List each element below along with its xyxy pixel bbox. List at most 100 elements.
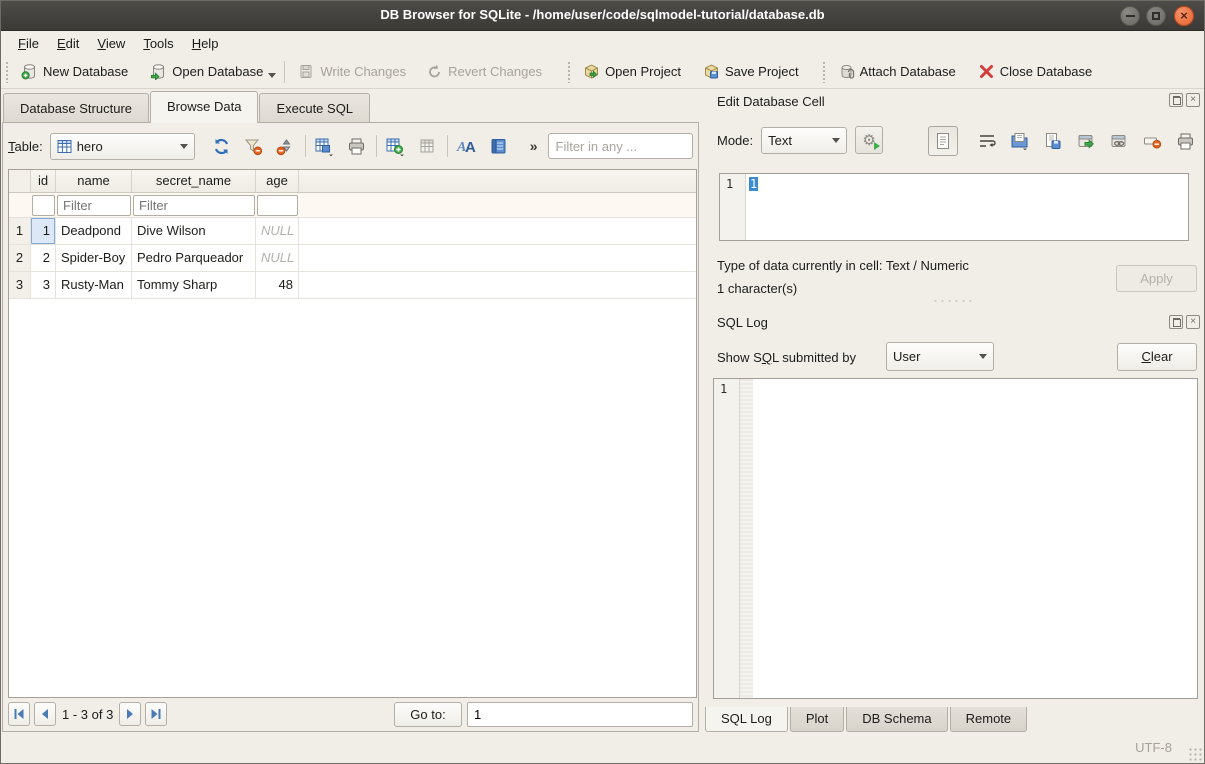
close-database-button[interactable]: Close Database: [971, 59, 1100, 84]
cell-name[interactable]: Spider-Boy: [56, 245, 132, 271]
first-record-button[interactable]: [8, 702, 30, 726]
delete-record-button[interactable]: [415, 133, 441, 159]
print-table-button[interactable]: [344, 133, 370, 159]
cell-secret-name[interactable]: Pedro Parqueador: [132, 245, 256, 271]
goto-record-input[interactable]: [467, 702, 693, 727]
filter-any-column-input[interactable]: [548, 133, 694, 159]
tab-browse-data[interactable]: Browse Data: [150, 91, 258, 123]
column-header-age[interactable]: age: [256, 170, 299, 192]
main-toolbar: New Database Open Database Write Changes…: [1, 55, 1204, 89]
float-dock-icon[interactable]: [1169, 93, 1183, 107]
export-cell-data-button[interactable]: [1040, 128, 1066, 154]
menu-file[interactable]: File: [9, 33, 48, 54]
tab-execute-sql[interactable]: Execute SQL: [259, 93, 370, 123]
save-project-button[interactable]: Save Project: [696, 59, 806, 84]
toolbar-drag-handle[interactable]: [5, 61, 10, 83]
toolbar-drag-handle[interactable]: [567, 61, 572, 83]
toolbar-overflow-chevron[interactable]: »: [526, 138, 542, 154]
dock-tab-db-schema[interactable]: DB Schema: [846, 707, 947, 732]
cell-editor-content[interactable]: 1: [749, 177, 758, 191]
close-dock-icon[interactable]: ×: [1186, 93, 1200, 107]
apply-data-button[interactable]: [1073, 128, 1099, 154]
cell-age[interactable]: NULL: [256, 245, 299, 271]
menu-edit[interactable]: Edit: [48, 33, 88, 54]
column-header-secret-name[interactable]: secret_name: [132, 170, 256, 192]
open-database-button[interactable]: Open Database: [143, 59, 270, 84]
row-number[interactable]: 3: [9, 272, 31, 298]
toolbar-drag-handle[interactable]: [822, 61, 827, 83]
link-data-button[interactable]: [1106, 128, 1132, 154]
mode-select[interactable]: Text: [761, 127, 847, 154]
cell-secret-name[interactable]: Dive Wilson: [132, 218, 256, 244]
next-record-icon: [124, 708, 136, 720]
goto-button[interactable]: Go to:: [394, 702, 462, 727]
word-wrap-button[interactable]: [974, 128, 1000, 154]
sql-log-editor[interactable]: 1: [713, 378, 1198, 699]
clear-log-button[interactable]: Clear: [1117, 343, 1197, 371]
open-database-dropdown-caret[interactable]: [268, 73, 276, 78]
new-database-button[interactable]: New Database: [14, 59, 135, 84]
set-null-button[interactable]: [1139, 128, 1165, 154]
save-project-icon: [703, 63, 720, 80]
cell-id[interactable]: 1: [31, 218, 56, 244]
row-number[interactable]: 1: [9, 218, 31, 244]
cell-name[interactable]: Deadpond: [56, 218, 132, 244]
resize-grip[interactable]: [1188, 747, 1202, 761]
dock-tab-sql-log[interactable]: SQL Log: [705, 707, 788, 732]
filter-input-id[interactable]: [32, 195, 55, 216]
attach-database-button[interactable]: Attach Database: [831, 59, 963, 84]
revert-changes-button[interactable]: Revert Changes: [419, 59, 549, 84]
next-record-button[interactable]: [119, 702, 141, 726]
open-project-button[interactable]: Open Project: [576, 59, 688, 84]
sql-log-filter-select[interactable]: User: [886, 342, 994, 371]
import-cell-data-button[interactable]: [1007, 128, 1033, 154]
font-settings-button[interactable]: AA: [454, 133, 480, 159]
filter-input-age[interactable]: [257, 195, 298, 216]
row-number[interactable]: 2: [9, 245, 31, 271]
gear-arrow-icon: [874, 142, 880, 150]
tab-database-structure[interactable]: Database Structure: [3, 93, 149, 123]
dock-tab-plot[interactable]: Plot: [790, 707, 844, 732]
column-header-name[interactable]: name: [56, 170, 132, 192]
menu-view[interactable]: View: [88, 33, 134, 54]
column-header-id[interactable]: id: [31, 170, 56, 192]
maximize-button[interactable]: [1146, 6, 1166, 26]
float-dock-icon[interactable]: [1169, 315, 1183, 329]
write-changes-button[interactable]: Write Changes: [291, 59, 413, 84]
show-sql-label: Show SQL submitted by: [717, 350, 856, 365]
insert-record-button[interactable]: [383, 133, 409, 159]
main-tab-bar: Database Structure Browse Data Execute S…: [3, 91, 371, 123]
cell-id[interactable]: 3: [31, 272, 56, 298]
table-row: 3 3 Rusty-Man Tommy Sharp 48: [9, 272, 696, 299]
cell-name[interactable]: Rusty-Man: [56, 272, 132, 298]
dock-splitter-handle[interactable]: [932, 299, 976, 304]
refresh-button[interactable]: [209, 133, 235, 159]
last-record-button[interactable]: [145, 702, 167, 726]
table-select[interactable]: hero: [50, 133, 195, 160]
clear-filters-button[interactable]: [241, 133, 267, 159]
cell-editor[interactable]: 1 1: [719, 173, 1189, 241]
filter-input-secret-name[interactable]: [133, 195, 255, 216]
minimize-button[interactable]: [1120, 6, 1140, 26]
grid-filter-row: [9, 193, 696, 218]
previous-record-button[interactable]: [34, 702, 56, 726]
cell-secret-name[interactable]: Tommy Sharp: [132, 272, 256, 298]
cell-age[interactable]: NULL: [256, 218, 299, 244]
cell-id[interactable]: 2: [31, 245, 56, 271]
close-button[interactable]: ×: [1174, 6, 1194, 26]
close-dock-icon[interactable]: ×: [1186, 315, 1200, 329]
menu-tools[interactable]: Tools: [134, 33, 182, 54]
filter-input-name[interactable]: [57, 195, 131, 216]
clear-sort-button[interactable]: [273, 133, 299, 159]
print-cell-button[interactable]: [1172, 128, 1198, 154]
dock-tab-remote[interactable]: Remote: [950, 707, 1028, 732]
grid-corner[interactable]: [9, 170, 31, 192]
text-mode-button[interactable]: [928, 126, 958, 156]
cell-age[interactable]: 48: [256, 272, 299, 298]
set-default-mode-button[interactable]: ⚙: [855, 126, 883, 154]
table-icon: [57, 139, 72, 154]
menu-help[interactable]: Help: [183, 33, 228, 54]
save-table-button[interactable]: [312, 133, 338, 159]
apply-button[interactable]: Apply: [1116, 265, 1197, 292]
edit-display-format-button[interactable]: [486, 133, 512, 159]
